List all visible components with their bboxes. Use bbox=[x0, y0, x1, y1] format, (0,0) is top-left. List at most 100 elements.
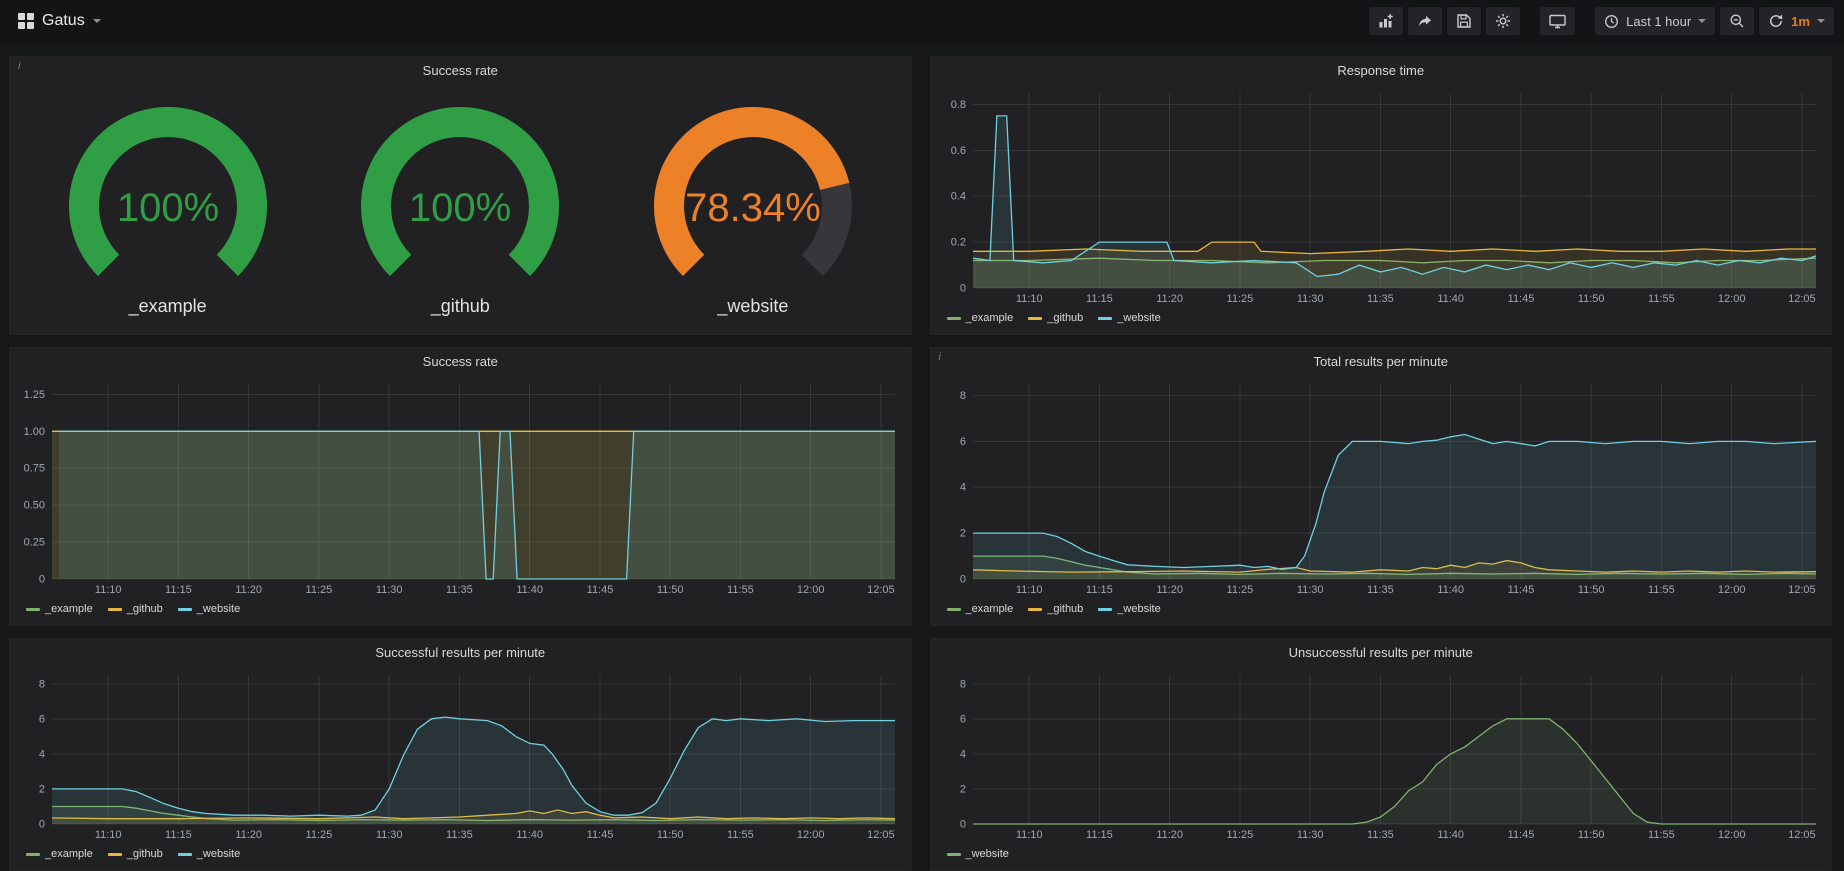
x-tick-label: 11:50 bbox=[657, 584, 684, 596]
panel-title[interactable]: Success rate bbox=[10, 348, 911, 375]
share-button[interactable] bbox=[1408, 7, 1442, 35]
x-tick-label: 11:30 bbox=[376, 829, 403, 841]
legend-item-_website[interactable]: _website bbox=[1098, 603, 1160, 615]
x-tick-label: 11:40 bbox=[1437, 293, 1464, 305]
legend-label: _example bbox=[45, 603, 93, 615]
legend-label: _github bbox=[127, 603, 163, 615]
chart-area: 0246811:1011:1511:2011:2511:3011:3511:40… bbox=[16, 666, 905, 843]
x-tick-label: 12:05 bbox=[867, 584, 895, 596]
legend-item-_example[interactable]: _example bbox=[947, 312, 1014, 324]
y-tick-label: 4 bbox=[959, 748, 965, 760]
x-tick-label: 11:55 bbox=[727, 584, 754, 596]
x-tick-label: 11:50 bbox=[1577, 293, 1604, 305]
dashboard-title-text: Gatus bbox=[42, 12, 85, 30]
x-tick-label: 11:35 bbox=[446, 584, 473, 596]
refresh-interval-label: 1m bbox=[1791, 14, 1810, 29]
y-tick-label: 0.8 bbox=[950, 99, 965, 111]
x-tick-label: 11:10 bbox=[95, 584, 122, 596]
y-tick-label: 6 bbox=[959, 436, 965, 448]
legend-item-_website[interactable]: _website bbox=[1098, 312, 1160, 324]
cycle-view-button[interactable] bbox=[1540, 7, 1575, 35]
time-range-button[interactable]: Last 1 hour bbox=[1595, 7, 1715, 35]
legend-item-_example[interactable]: _example bbox=[26, 848, 93, 860]
x-tick-label: 11:40 bbox=[516, 829, 543, 841]
chart-legend: _example _github _website bbox=[10, 598, 911, 625]
y-tick-label: 6 bbox=[959, 713, 965, 725]
legend-label: _website bbox=[197, 848, 240, 860]
legend-item-_website[interactable]: _website bbox=[178, 603, 240, 615]
x-tick-label: 11:20 bbox=[235, 829, 262, 841]
chart-legend: _example _github _website bbox=[931, 307, 1832, 334]
x-tick-label: 12:00 bbox=[1717, 293, 1745, 305]
panel-unsuccessful-results: Unsuccessful results per minute 0246811:… bbox=[930, 638, 1833, 871]
chart-legend: _website bbox=[931, 843, 1832, 870]
legend-swatch bbox=[1028, 317, 1042, 320]
x-tick-label: 11:45 bbox=[1507, 584, 1534, 596]
chevron-down-icon bbox=[93, 19, 101, 23]
gauge-_github[interactable]: 100%_github bbox=[325, 102, 595, 317]
panel-title[interactable]: Successful results per minute bbox=[10, 639, 911, 666]
legend-item-_website[interactable]: _website bbox=[947, 848, 1009, 860]
legend-label: _website bbox=[1117, 312, 1160, 324]
legend-label: _example bbox=[966, 603, 1014, 615]
y-tick-label: 0 bbox=[959, 574, 965, 586]
gauge-_example[interactable]: 100%_example bbox=[33, 102, 303, 317]
panel-title[interactable]: Success rate bbox=[10, 57, 911, 84]
x-tick-label: 11:30 bbox=[376, 584, 403, 596]
y-tick-label: 0.50 bbox=[24, 500, 45, 512]
legend-item-_example[interactable]: _example bbox=[947, 603, 1014, 615]
gauge-_website[interactable]: 78.34%_website bbox=[618, 102, 888, 317]
x-tick-label: 11:10 bbox=[1015, 584, 1042, 596]
zoom-out-icon bbox=[1729, 13, 1745, 29]
add-panel-icon bbox=[1378, 13, 1394, 29]
x-tick-label: 11:45 bbox=[1507, 293, 1534, 305]
y-tick-label: 0.2 bbox=[950, 237, 965, 249]
share-icon bbox=[1417, 13, 1433, 29]
x-tick-label: 11:40 bbox=[1437, 829, 1464, 841]
legend-item-_github[interactable]: _github bbox=[1028, 312, 1083, 324]
y-tick-label: 4 bbox=[959, 482, 965, 494]
legend-swatch bbox=[108, 608, 122, 611]
x-tick-label: 11:35 bbox=[1367, 293, 1394, 305]
gauge-arc: 78.34% bbox=[618, 102, 888, 302]
panel-info-icon[interactable]: i bbox=[13, 58, 25, 74]
chart-legend: _example _github _website bbox=[931, 598, 1832, 625]
x-tick-label: 11:55 bbox=[1648, 293, 1675, 305]
dashboard-grid: i Success rate 100%_example100%_github78… bbox=[0, 42, 1844, 871]
y-tick-label: 1.00 bbox=[24, 426, 45, 438]
y-tick-label: 0.4 bbox=[950, 191, 965, 203]
save-button[interactable] bbox=[1447, 7, 1481, 35]
navbar: Gatus bbox=[0, 0, 1844, 42]
zoom-out-button[interactable] bbox=[1720, 7, 1754, 35]
panel-title[interactable]: Response time bbox=[931, 57, 1832, 84]
unsuccessful-results-chart[interactable]: 0246811:1011:1511:2011:2511:3011:3511:40… bbox=[937, 666, 1826, 843]
successful-results-chart[interactable]: 0246811:1011:1511:2011:2511:3011:3511:40… bbox=[16, 666, 905, 843]
y-tick-label: 2 bbox=[39, 783, 45, 795]
legend-item-_website[interactable]: _website bbox=[178, 848, 240, 860]
legend-item-_github[interactable]: _github bbox=[108, 848, 163, 860]
legend-item-_github[interactable]: _github bbox=[108, 603, 163, 615]
legend-item-_example[interactable]: _example bbox=[26, 603, 93, 615]
gauge-value: 100% bbox=[409, 186, 511, 230]
panel-title[interactable]: Unsuccessful results per minute bbox=[931, 639, 1832, 666]
total-results-chart[interactable]: 0246811:1011:1511:2011:2511:3011:3511:40… bbox=[937, 375, 1826, 598]
success-rate-chart[interactable]: 00.250.500.751.001.2511:1011:1511:2011:2… bbox=[16, 375, 905, 598]
dashboard-title[interactable]: Gatus bbox=[42, 12, 101, 30]
panel-title[interactable]: Total results per minute bbox=[931, 348, 1832, 375]
refresh-button[interactable]: 1m bbox=[1759, 7, 1834, 35]
settings-button[interactable] bbox=[1486, 7, 1520, 35]
dashboards-menu-button[interactable] bbox=[10, 13, 42, 29]
gauge-row: 100%_example100%_github78.34%_website bbox=[10, 84, 911, 334]
legend-swatch bbox=[26, 608, 40, 611]
x-tick-label: 11:45 bbox=[587, 829, 614, 841]
y-tick-label: 8 bbox=[959, 390, 965, 402]
x-tick-label: 11:20 bbox=[235, 584, 262, 596]
legend-item-_github[interactable]: _github bbox=[1028, 603, 1083, 615]
x-tick-label: 12:00 bbox=[1717, 829, 1745, 841]
legend-label: _website bbox=[966, 848, 1009, 860]
response-time-chart[interactable]: 00.20.40.60.811:1011:1511:2011:2511:3011… bbox=[937, 84, 1826, 307]
add-panel-button[interactable] bbox=[1369, 7, 1403, 35]
x-tick-label: 12:05 bbox=[1788, 293, 1816, 305]
panel-success-rate-timeseries: Success rate 00.250.500.751.001.2511:101… bbox=[9, 347, 912, 626]
panel-info-icon[interactable]: i bbox=[934, 349, 946, 365]
